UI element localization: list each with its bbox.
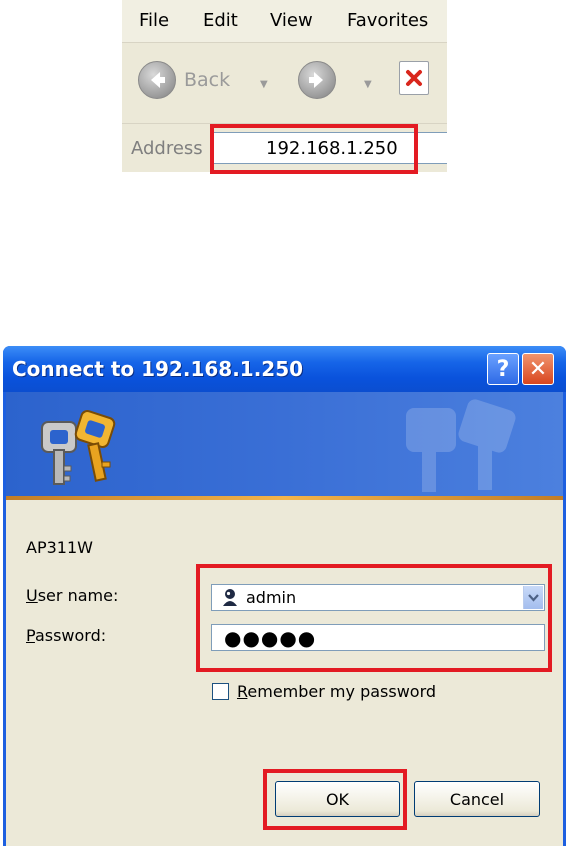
stop-icon[interactable]: [399, 61, 429, 95]
ok-highlight-box: [263, 769, 407, 830]
remember-password-checkbox[interactable]: [212, 683, 229, 700]
keys-watermark-icon: [406, 399, 516, 492]
menu-favorites[interactable]: Favorites: [347, 10, 428, 31]
address-label: Address: [131, 138, 203, 159]
close-icon: ✕: [528, 356, 548, 382]
keys-icon: [41, 410, 116, 485]
credentials-highlight-box: [196, 564, 552, 672]
username-label: User name:: [26, 586, 119, 605]
dialog-title: Connect to 192.168.1.250: [12, 357, 304, 381]
back-button[interactable]: Back: [138, 60, 230, 100]
dialog-banner: [6, 392, 563, 496]
forward-button[interactable]: [298, 60, 336, 100]
back-label: Back: [184, 69, 231, 91]
forward-arrow-icon: [298, 61, 336, 99]
menu-bar: File Edit View Favorites: [122, 0, 447, 43]
remember-password-label[interactable]: Remember my password: [237, 682, 436, 701]
banner-divider: [6, 496, 563, 500]
menu-edit[interactable]: Edit: [203, 10, 238, 31]
dialog-titlebar[interactable]: Connect to 192.168.1.250 ? ✕: [3, 346, 566, 392]
menu-file[interactable]: File: [139, 10, 169, 31]
help-button[interactable]: ?: [487, 353, 519, 385]
back-arrow-icon: [138, 61, 176, 99]
menu-view[interactable]: View: [270, 10, 313, 31]
back-dropdown-icon[interactable]: ▼: [260, 79, 268, 90]
realm-text: AP311W: [26, 538, 93, 557]
close-button[interactable]: ✕: [522, 353, 554, 385]
forward-dropdown-icon[interactable]: ▼: [364, 79, 372, 90]
address-highlight-box: [210, 124, 418, 174]
question-mark-icon: ?: [496, 356, 510, 382]
cancel-button[interactable]: Cancel: [414, 781, 540, 817]
password-label: Password:: [26, 626, 107, 645]
